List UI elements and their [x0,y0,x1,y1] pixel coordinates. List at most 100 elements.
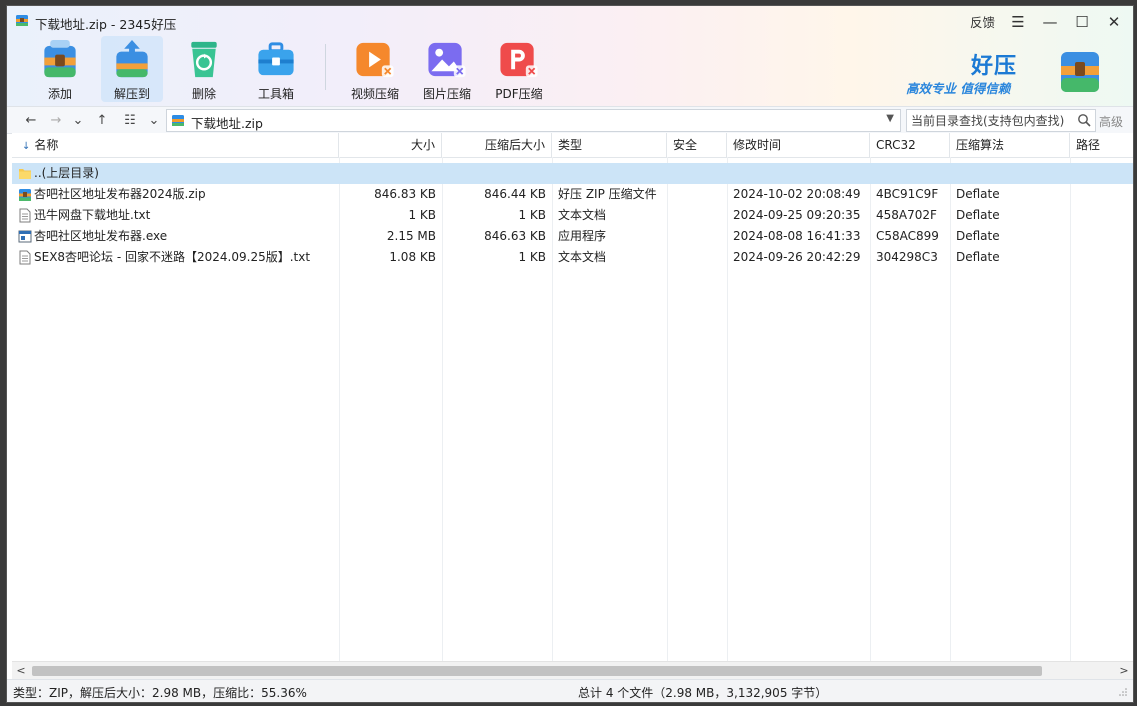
extract-label: 解压到 [113,87,150,101]
file-size: 1.08 KB [389,250,436,264]
table-row[interactable]: 迅牛网盘下载地址.txt 1 KB 1 KB 文本文档 2024-09-25 0… [12,205,1133,226]
search-input[interactable] [909,111,1073,130]
file-method: Deflate [956,208,1000,222]
minimize-icon[interactable]: — [1041,13,1059,31]
title-bar[interactable]: 下载地址.zip - 2345好压 反馈 ☰ — ☐ ✕ [7,6,1133,36]
main-toolbar: 添加 解压到 删除 工具箱 视频压缩 图片压缩 PDF压缩 [29,36,560,102]
horizontal-scrollbar[interactable]: < > [12,661,1133,679]
scrollbar-thumb[interactable] [32,666,1042,676]
brand-logo-icon [1061,52,1099,92]
brand-name: 好压 [971,54,1018,79]
zip-archive-icon [172,115,184,126]
scroll-left-icon[interactable]: < [14,663,28,678]
col-size[interactable]: 大小 [339,133,442,157]
file-type: 文本文档 [558,250,607,264]
sort-desc-icon: ↓ [22,141,31,152]
file-method: Deflate [956,229,1000,243]
extract-button[interactable]: 解压到 [101,36,163,102]
navigation-bar: ← → ⌄ ↑ ☷ ⌄ 下载地址.zip ▼ 高级 [7,106,1133,134]
extract-icon [116,39,148,78]
file-name: 迅牛网盘下载地址.txt [34,208,151,222]
back-arrow-icon[interactable]: ← [22,111,40,129]
file-method: Deflate [956,187,1000,201]
file-modified: 2024-10-02 20:08:49 [733,187,861,201]
file-size: 1 KB [408,208,436,222]
file-type: 好压 ZIP 压缩文件 [558,187,657,201]
file-modified: 2024-08-08 16:41:33 [733,229,861,243]
delete-button[interactable]: 删除 [173,36,235,102]
window-title: 下载地址.zip - 2345好压 [35,17,177,32]
column-header: ↓ 名称 大小 压缩后大小 类型 安全 修改时间 CRC32 压缩算法 路径 [12,133,1133,158]
col-name[interactable]: ↓ 名称 [12,133,339,157]
status-bar: 类型：ZIP，解压后大小：2.98 MB，压缩比：55.36% 总计 4 个文件… [7,679,1133,702]
table-row[interactable]: 杏吧社区地址发布器2024版.zip 846.83 KB 846.44 KB 好… [12,184,1133,205]
table-row-parent[interactable]: ..(上层目录) [12,163,1133,184]
file-crc32: 458A702F [876,208,937,222]
add-button[interactable]: 添加 [29,36,91,102]
toolbox-icon [258,42,294,76]
view-mode-dropdown-icon[interactable]: ⌄ [145,111,163,129]
file-modified: 2024-09-26 20:42:29 [733,250,861,264]
recycle-delete-icon [191,41,217,78]
history-dropdown-icon[interactable]: ⌄ [69,111,87,129]
scroll-right-icon[interactable]: > [1117,663,1131,678]
delete-label: 删除 [191,87,216,101]
file-packed-size: 846.63 KB [484,229,546,243]
app-window: 下载地址.zip - 2345好压 反馈 ☰ — ☐ ✕ 添加 解压到 删除 工… [7,6,1133,702]
table-row[interactable]: 杏吧社区地址发布器.exe 2.15 MB 846.63 KB 应用程序 202… [12,226,1133,247]
pdf-compress-button[interactable]: PDF压缩 [488,36,550,102]
file-name: 杏吧社区地址发布器2024版.zip [34,187,206,201]
image-compress-icon [428,42,466,78]
pdf-compress-icon [500,42,538,78]
image-compress-button[interactable]: 图片压缩 [416,36,478,102]
toolbar-divider [325,44,326,90]
feedback-link[interactable]: 反馈 [970,12,995,31]
col-packed-size[interactable]: 压缩后大小 [442,133,552,157]
col-modified[interactable]: 修改时间 [727,133,870,157]
image-compress-label: 图片压缩 [422,87,471,101]
file-crc32: 304298C3 [876,250,938,264]
brand-block: 好压 高效专业 值得信赖 [903,46,1103,98]
file-packed-size: 846.44 KB [484,187,546,201]
brand-slogan: 高效专业 值得信赖 [906,81,1011,96]
video-compress-label: 视频压缩 [350,87,399,101]
file-method: Deflate [956,250,1000,264]
resize-grip-icon[interactable] [1119,688,1127,696]
path-bar[interactable]: 下载地址.zip ▼ [166,109,901,132]
top-banner: 下载地址.zip - 2345好压 反馈 ☰ — ☐ ✕ 添加 解压到 删除 工… [7,6,1133,106]
path-dropdown-icon[interactable]: ▼ [886,113,894,124]
app-logo-icon [16,15,28,26]
col-type[interactable]: 类型 [552,133,667,157]
col-security[interactable]: 安全 [667,133,727,157]
file-type: 文本文档 [558,208,607,222]
file-crc32: 4BC91C9F [876,187,939,201]
advanced-search-link[interactable]: 高级 [1099,113,1123,130]
table-row[interactable]: SEX8杏吧论坛 - 回家不迷路【2024.09.25版】.txt 1.08 K… [12,247,1133,268]
col-method[interactable]: 压缩算法 [950,133,1070,157]
menu-icon[interactable]: ☰ [1009,13,1027,31]
file-name: 杏吧社区地址发布器.exe [34,229,168,243]
toolbox-button[interactable]: 工具箱 [245,36,307,102]
file-packed-size: 1 KB [518,208,546,222]
close-icon[interactable]: ✕ [1105,13,1123,31]
file-crc32: C58AC899 [876,229,939,243]
view-mode-icon[interactable]: ☷ [121,111,139,129]
search-box [906,109,1096,132]
video-compress-button[interactable]: 视频压缩 [344,36,406,102]
col-crc32[interactable]: CRC32 [870,133,950,157]
video-compress-icon [356,42,394,78]
forward-arrow-icon[interactable]: → [47,111,65,129]
file-list: ↓ 名称 大小 压缩后大小 类型 安全 修改时间 CRC32 压缩算法 路径 ..… [12,133,1133,661]
search-icon[interactable] [1077,113,1091,127]
maximize-icon[interactable]: ☐ [1073,13,1091,31]
add-archive-icon [44,39,76,78]
file-size: 2.15 MB [386,229,436,243]
file-packed-size: 1 KB [518,250,546,264]
col-path[interactable]: 路径 [1070,133,1133,157]
file-name: SEX8杏吧论坛 - 回家不迷路【2024.09.25版】.txt [34,250,311,264]
up-level-icon[interactable]: ↑ [93,111,111,129]
file-summary: 总计 4 个文件（2.98 MB，3,132,905 字节） [578,686,828,700]
toolbox-label: 工具箱 [257,87,294,101]
file-size: 846.83 KB [374,187,436,201]
pdf-compress-label: PDF压缩 [495,87,543,101]
